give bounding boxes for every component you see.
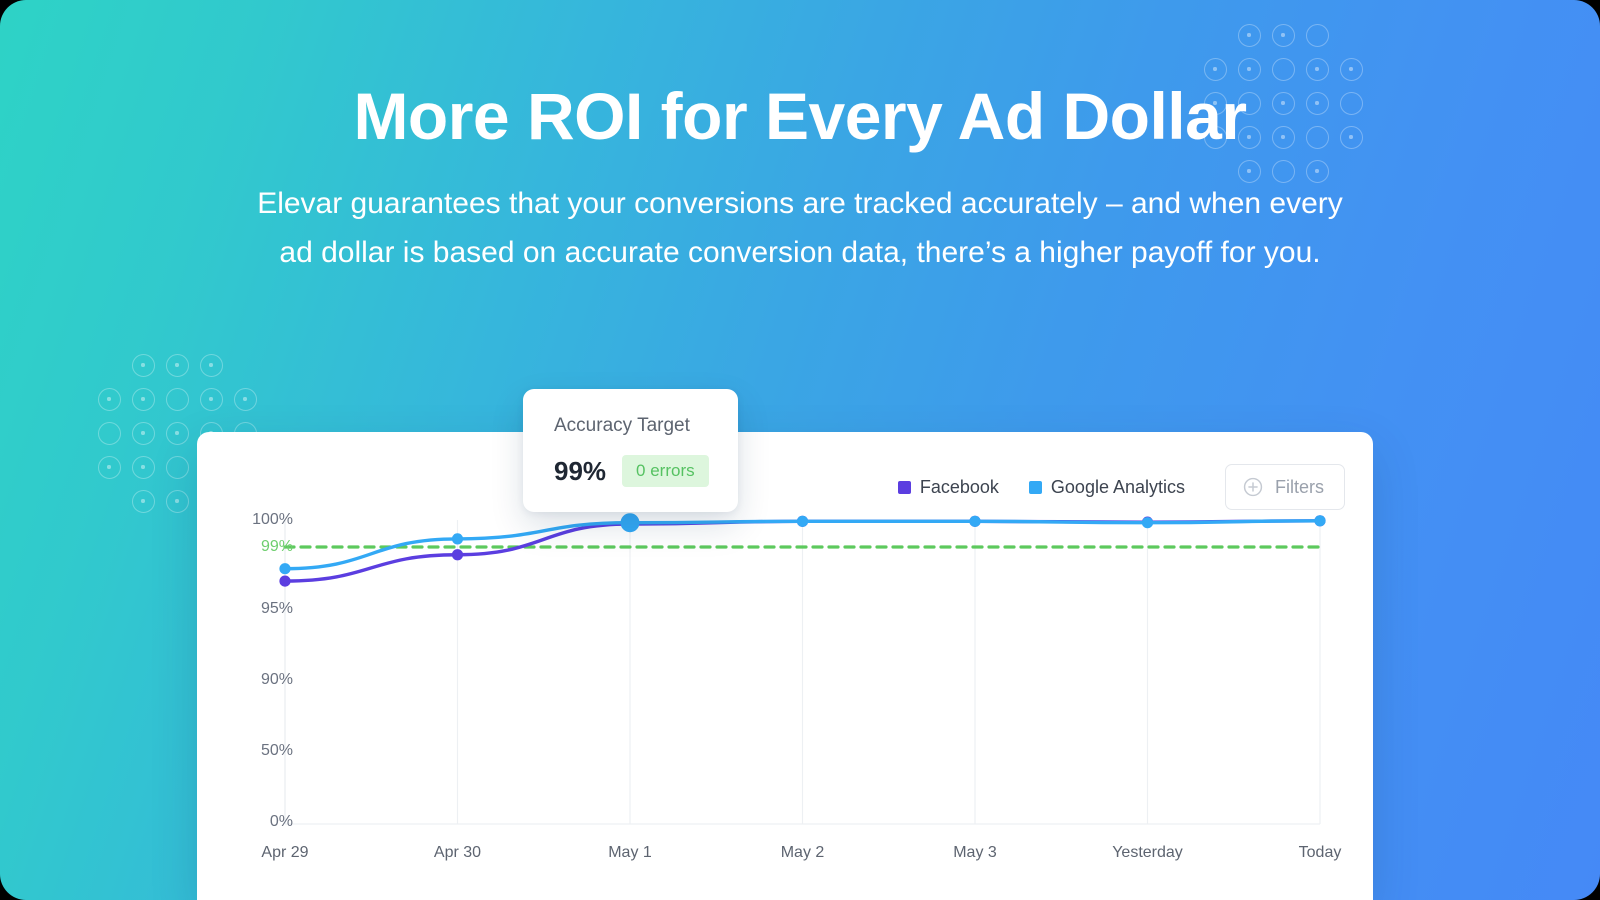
tooltip-value: 99%: [554, 455, 607, 486]
decorative-dot: [228, 348, 262, 382]
tooltip-title: Accuracy Target: [554, 415, 690, 436]
x-axis-tick-label: Today: [1298, 844, 1342, 861]
x-axis-tick-label: May 2: [780, 844, 825, 861]
tooltip-value-row: 99% 0 errors: [554, 455, 738, 487]
decorative-dot: [92, 450, 126, 484]
chart-data-point[interactable]: [1314, 515, 1326, 527]
decorative-dot: [126, 450, 160, 484]
chart-data-point[interactable]: [796, 515, 809, 527]
hero-section: More ROI for Every Ad Dollar Elevar guar…: [0, 0, 1600, 900]
decorative-dot: [160, 382, 194, 416]
x-axis-tick-label: Apr 29: [261, 844, 309, 861]
chart-data-point[interactable]: [620, 513, 640, 533]
line-chart-plot[interactable]: 100% 99% 95% 90% 50% 0% Apr 29 Apr 30 May 1 May 2…: [197, 432, 1373, 900]
decorative-dot: [160, 348, 194, 382]
decorative-dot: [126, 348, 160, 382]
y-axis-tick-label: 99%: [260, 538, 293, 555]
chart-svg: [279, 513, 1326, 825]
decorative-dot: [194, 348, 228, 382]
y-axis-tick-label: 95%: [260, 600, 293, 617]
decorative-dot: [126, 484, 160, 518]
decorative-dot: [92, 382, 126, 416]
decorative-dot: [126, 382, 160, 416]
decorative-dot: [92, 416, 126, 450]
chart-data-point[interactable]: [279, 563, 291, 575]
chart-data-point[interactable]: [451, 533, 464, 545]
hero-copy: More ROI for Every Ad Dollar Elevar guar…: [0, 0, 1600, 277]
decorative-dot: [126, 416, 160, 450]
decorative-dot: [160, 484, 194, 518]
decorative-dot: [92, 484, 126, 518]
x-axis-tick-label: Apr 30: [433, 844, 482, 861]
y-axis-tick-label: 50%: [260, 742, 293, 759]
decorative-dot: [92, 348, 126, 382]
x-axis-tick-label: Yesterday: [1112, 844, 1183, 861]
hero-subtitle: Elevar guarantees that your conversions …: [257, 186, 1343, 269]
decorative-dot: [160, 450, 194, 484]
chart-data-point[interactable]: [451, 549, 464, 561]
x-axis-tick-label: May 3: [953, 844, 997, 861]
accuracy-target-tooltip: Accuracy Target 99% 0 errors: [523, 389, 738, 512]
x-axis-tick-label: May 1: [608, 844, 652, 861]
y-axis-tick-label: 100%: [252, 511, 293, 528]
y-axis-tick-label: 90%: [260, 671, 293, 688]
chart-data-point[interactable]: [1141, 517, 1154, 529]
status-badge: 0 errors: [622, 455, 709, 487]
decorative-dot: [194, 382, 228, 416]
chart-data-point[interactable]: [969, 515, 981, 527]
page-title: More ROI for Every Ad Dollar: [353, 79, 1247, 153]
chart-data-point[interactable]: [279, 575, 291, 587]
y-axis-tick-label: 0%: [269, 813, 293, 830]
analytics-chart-card: Facebook Google Analytics Filters 100%9: [197, 432, 1373, 900]
decorative-dot: [228, 382, 262, 416]
decorative-dot: [160, 416, 194, 450]
